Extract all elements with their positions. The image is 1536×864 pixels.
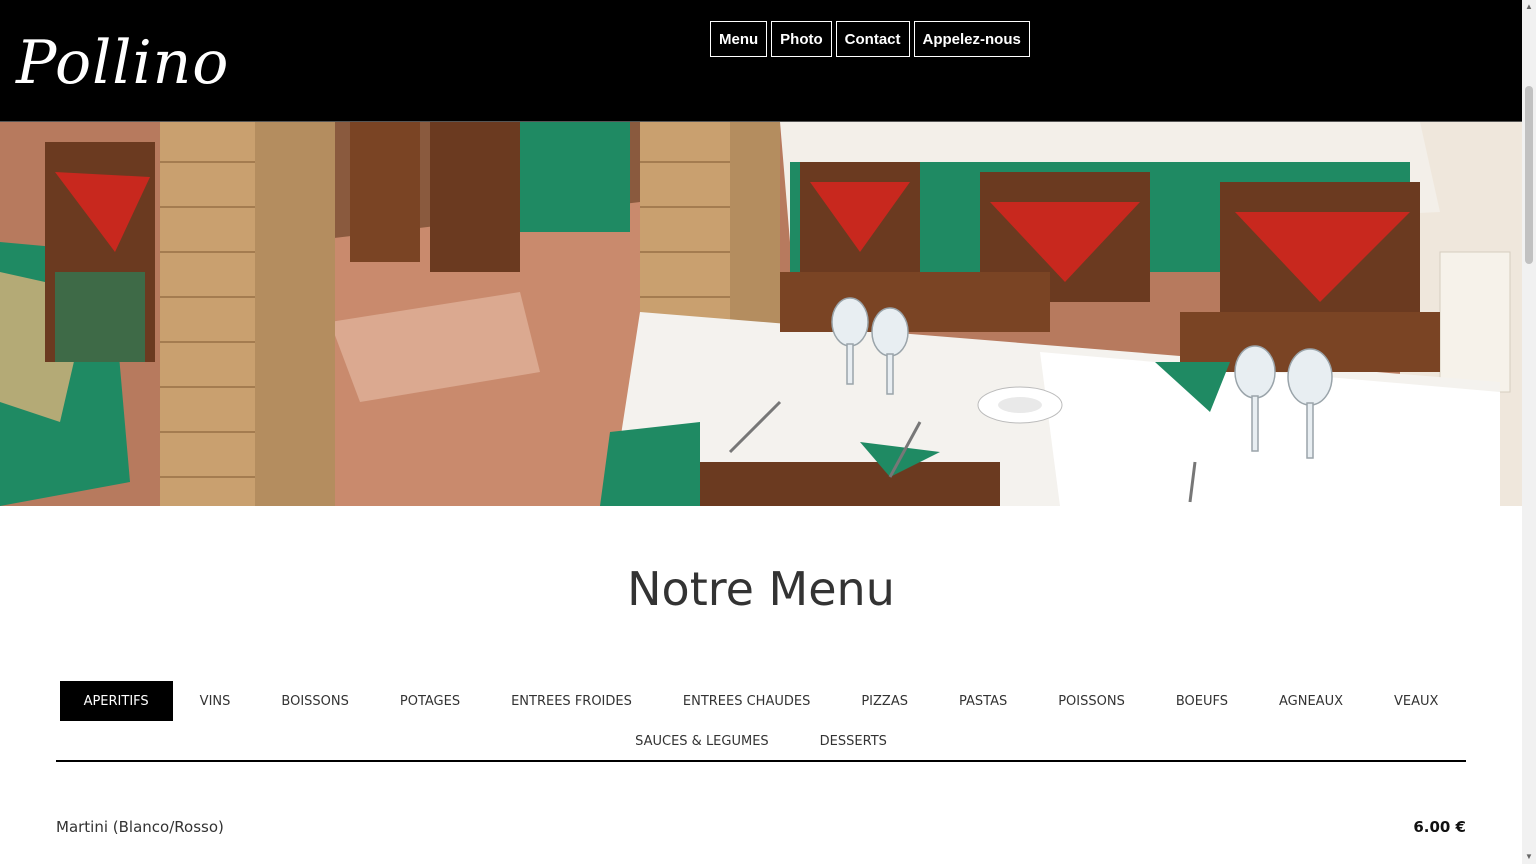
tab-sauces-legumes[interactable]: SAUCES & LEGUMES xyxy=(611,721,793,761)
scroll-down-icon[interactable]: ▼ xyxy=(1522,850,1536,864)
tab-aperitifs[interactable]: APERITIFS xyxy=(59,681,173,721)
site-header: Pollino Menu Photo Contact Appelez-nous xyxy=(0,0,1522,122)
tab-agneaux[interactable]: AGNEAUX xyxy=(1255,681,1367,721)
menu-tabs-row-1: APERITIFS VINS BOISSONS POTAGES ENTREES … xyxy=(56,681,1466,721)
menu-tabs-row-2: SAUCES & LEGUMES DESSERTS xyxy=(56,721,1466,761)
hero-image xyxy=(0,122,1522,506)
tab-poissons[interactable]: POISSONS xyxy=(1034,681,1149,721)
nav-photo-button[interactable]: Photo xyxy=(771,21,832,57)
restaurant-interior-photo xyxy=(0,122,1522,506)
tabs-divider xyxy=(56,760,1466,762)
tab-vins[interactable]: VINS xyxy=(176,681,255,721)
main-nav: Menu Photo Contact Appelez-nous xyxy=(710,21,1030,57)
nav-call-button[interactable]: Appelez-nous xyxy=(913,21,1030,57)
menu-item-name: Martini (Blanco/Rosso) xyxy=(56,818,224,836)
tab-boeufs[interactable]: BOEUFS xyxy=(1152,681,1252,721)
tab-pastas[interactable]: PASTAS xyxy=(935,681,1031,721)
tab-boissons[interactable]: BOISSONS xyxy=(257,681,372,721)
tab-pizzas[interactable]: PIZZAS xyxy=(837,681,932,721)
tab-potages[interactable]: POTAGES xyxy=(376,681,484,721)
menu-item-price: 6.00 € xyxy=(1413,818,1466,836)
page: Pollino Menu Photo Contact Appelez-nous xyxy=(0,0,1522,864)
nav-contact-button[interactable]: Contact xyxy=(835,21,910,57)
nav-menu-button[interactable]: Menu xyxy=(710,21,768,57)
menu-item-row: Martini (Blanco/Rosso) 6.00 € xyxy=(56,818,1466,836)
scroll-up-icon[interactable]: ▲ xyxy=(1522,0,1536,14)
scroll-thumb[interactable] xyxy=(1525,86,1533,264)
tab-veaux[interactable]: VEAUX xyxy=(1370,681,1462,721)
logo[interactable]: Pollino xyxy=(16,28,229,98)
tab-entrees-chaudes[interactable]: ENTREES CHAUDES xyxy=(659,681,834,721)
tab-entrees-froides[interactable]: ENTREES FROIDES xyxy=(487,681,656,721)
tab-desserts[interactable]: DESSERTS xyxy=(796,721,911,761)
menu-title: Notre Menu xyxy=(627,562,895,616)
page-scrollbar[interactable]: ▲ ▼ xyxy=(1522,0,1536,864)
